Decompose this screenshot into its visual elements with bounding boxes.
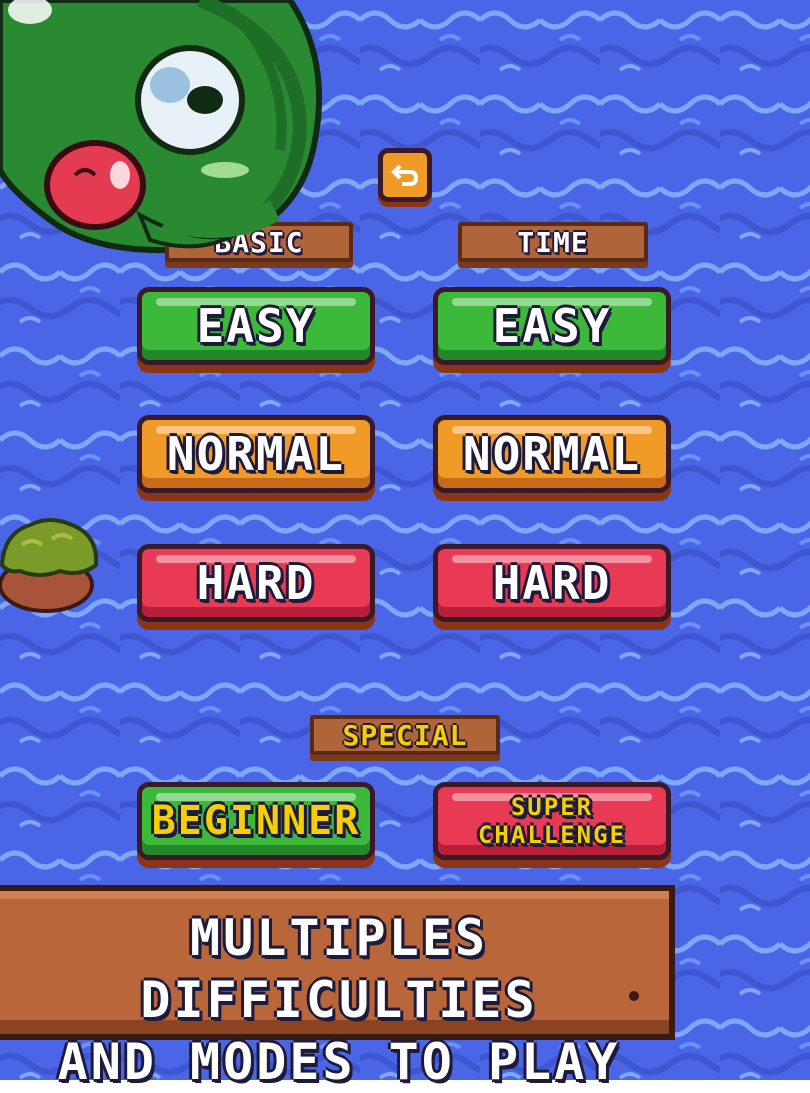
time-normal-button[interactable]: NORMAL <box>433 415 671 493</box>
promo-banner-line1: MULTIPLES DIFFICULTIES <box>140 909 538 1029</box>
promo-banner: MULTIPLES DIFFICULTIES AND MODES TO PLAY <box>0 885 675 1091</box>
super-challenge-label: SUPER CHALLENGE <box>477 793 627 849</box>
time-easy-button[interactable]: EASY <box>433 287 671 365</box>
basic-hard-button[interactable]: HARD <box>137 544 375 622</box>
super-challenge-button[interactable]: SUPER CHALLENGE <box>433 782 671 860</box>
beginner-label: BEGINNER <box>151 798 361 844</box>
back-arrow-icon <box>391 164 419 186</box>
special-header-label: SPECIAL <box>342 718 468 752</box>
back-button[interactable] <box>378 148 432 202</box>
special-header-sign: SPECIAL <box>310 715 500 755</box>
basic-easy-button[interactable]: EASY <box>137 287 375 365</box>
time-normal-label: NORMAL <box>462 427 642 481</box>
basic-hard-label: HARD <box>196 556 316 610</box>
time-header-label: TIME <box>517 225 589 259</box>
frog-overlap <box>136 200 280 249</box>
basic-easy-label: EASY <box>196 299 316 353</box>
basic-normal-label: NORMAL <box>166 427 346 481</box>
basic-normal-button[interactable]: NORMAL <box>137 415 375 493</box>
promo-banner-text: MULTIPLES DIFFICULTIES AND MODES TO PLAY <box>14 907 664 1093</box>
time-hard-button[interactable]: HARD <box>433 544 671 622</box>
promo-banner-line2: AND MODES TO PLAY <box>57 1033 621 1091</box>
time-header-sign: TIME <box>458 222 648 262</box>
bush-island-icon <box>0 518 99 613</box>
time-hard-label: HARD <box>492 556 612 610</box>
time-easy-label: EASY <box>492 299 612 353</box>
beginner-button[interactable]: BEGINNER <box>137 782 375 860</box>
nail-icon <box>629 991 639 1001</box>
